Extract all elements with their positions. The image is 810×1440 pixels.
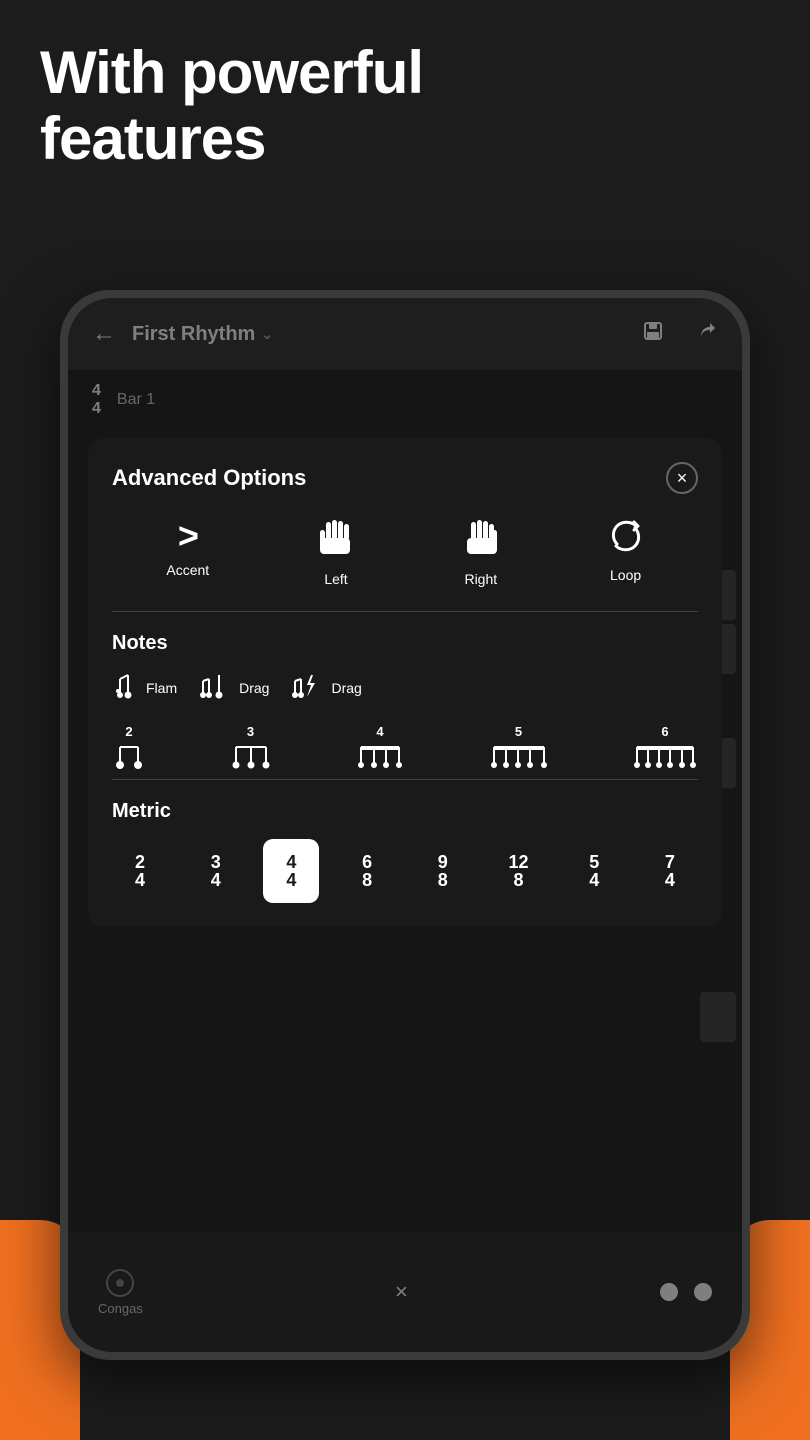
left-label: Left: [324, 571, 347, 587]
phone-frame: ← First Rhythm ⌄: [60, 290, 750, 1360]
tuplet-5[interactable]: 5: [489, 724, 549, 771]
metric-9-8[interactable]: 9 8: [415, 839, 471, 903]
tuplet-row: 2 3: [112, 724, 698, 771]
divider-2: [112, 779, 698, 780]
drag2-item[interactable]: Drag: [289, 671, 361, 704]
metric-5-4[interactable]: 5 4: [566, 839, 622, 903]
metric-2-4[interactable]: 2 4: [112, 839, 168, 903]
tuplet-3[interactable]: 3: [230, 724, 272, 771]
tuplet-2[interactable]: 2: [112, 724, 146, 771]
flam-icon: [112, 671, 140, 704]
headline-section: With powerful features: [40, 40, 770, 172]
modal-title: Advanced Options: [112, 465, 306, 491]
metric-section: Metric 2 4 3 4 4 4 6: [112, 800, 698, 903]
loop-label: Loop: [610, 567, 641, 583]
drag2-label: Drag: [331, 680, 361, 696]
metric-7-4[interactable]: 7 4: [642, 839, 698, 903]
metric-title: Metric: [112, 800, 698, 823]
loop-icon: [608, 518, 644, 559]
drag1-item[interactable]: Drag: [197, 671, 269, 704]
options-row: > Accent: [112, 518, 698, 587]
option-accent[interactable]: > Accent: [166, 518, 209, 587]
left-hand-icon: [318, 518, 354, 563]
right-label: Right: [464, 571, 497, 587]
advanced-options-modal: Advanced Options × > Accent: [88, 438, 722, 927]
drag1-label: Drag: [239, 680, 269, 696]
drag1-icon: [197, 671, 233, 704]
option-left[interactable]: Left: [318, 518, 354, 587]
option-loop[interactable]: Loop: [608, 518, 644, 587]
modal-close-button[interactable]: ×: [666, 462, 698, 494]
tuplet-6[interactable]: 6: [632, 724, 698, 771]
metric-12-8[interactable]: 12 8: [491, 839, 547, 903]
headline-text: With powerful features: [40, 40, 770, 172]
right-hand-icon: [463, 518, 499, 563]
metric-3-4[interactable]: 3 4: [188, 839, 244, 903]
flam-item[interactable]: Flam: [112, 671, 177, 704]
notes-title: Notes: [112, 632, 698, 655]
notes-items-row: Flam: [112, 671, 698, 704]
metric-row: 2 4 3 4 4 4 6 8: [112, 839, 698, 903]
divider-1: [112, 611, 698, 612]
metric-4-4[interactable]: 4 4: [263, 839, 319, 903]
metric-6-8[interactable]: 6 8: [339, 839, 395, 903]
tuplet-4[interactable]: 4: [355, 724, 405, 771]
notes-section: Notes: [112, 632, 698, 771]
flam-label: Flam: [146, 680, 177, 696]
phone-inner: ← First Rhythm ⌄: [68, 298, 742, 1352]
option-right[interactable]: Right: [463, 518, 499, 587]
accent-label: Accent: [166, 562, 209, 578]
modal-header: Advanced Options ×: [112, 462, 698, 494]
accent-icon: >: [177, 518, 198, 554]
drag2-icon: [289, 671, 325, 704]
